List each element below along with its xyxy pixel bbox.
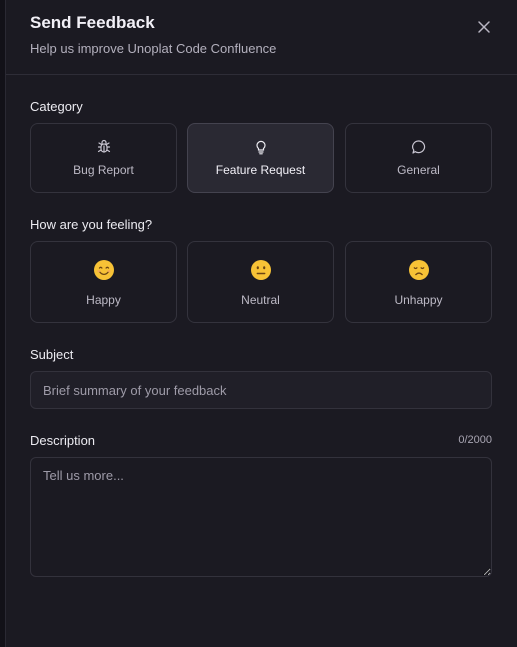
category-option-feature-request[interactable]: Feature Request (187, 123, 334, 193)
mood-option-label: Unhappy (394, 293, 443, 307)
panel-header: Send Feedback Help us improve Unoplat Co… (6, 0, 517, 75)
subject-input[interactable] (30, 371, 492, 409)
mood-option-label: Neutral (241, 293, 280, 307)
feedback-panel: Send Feedback Help us improve Unoplat Co… (6, 0, 517, 647)
lightbulb-icon (255, 140, 266, 155)
panel-subtitle: Help us improve Unoplat Code Confluence (30, 41, 277, 56)
close-icon (478, 21, 490, 33)
chat-bubble-icon (411, 140, 425, 154)
description-label: Description (30, 433, 96, 448)
neutral-face-icon (250, 260, 271, 280)
character-counter: 0/2000 (458, 434, 492, 446)
category-option-label: Bug Report (73, 163, 134, 177)
disappointed-face-icon (408, 260, 429, 280)
smiling-face-icon (93, 260, 114, 280)
bug-icon (97, 139, 110, 153)
mood-option-happy[interactable]: Happy (30, 241, 177, 323)
category-option-bug-report[interactable]: Bug Report (30, 123, 177, 193)
category-option-label: General (397, 163, 440, 177)
category-option-general[interactable]: General (345, 123, 492, 193)
mood-option-unhappy[interactable]: Unhappy (345, 241, 492, 323)
category-label: Category (30, 99, 83, 114)
panel-title: Send Feedback (30, 13, 155, 32)
mood-label: How are you feeling? (30, 217, 153, 232)
description-textarea[interactable] (30, 457, 492, 577)
mood-option-neutral[interactable]: Neutral (187, 241, 334, 323)
mood-option-label: Happy (86, 293, 121, 307)
close-button[interactable] (474, 17, 494, 37)
category-option-label: Feature Request (215, 163, 306, 177)
subject-label: Subject (30, 347, 74, 362)
